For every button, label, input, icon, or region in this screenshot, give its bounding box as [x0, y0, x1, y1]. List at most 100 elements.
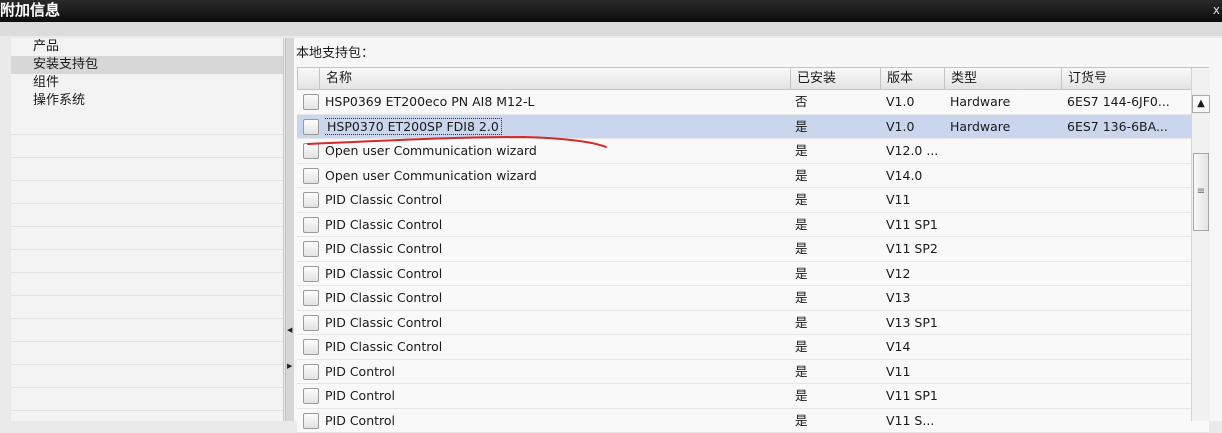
nav-item-components[interactable]: 组件 — [11, 74, 283, 92]
close-icon[interactable]: x — [1213, 0, 1220, 20]
table-row[interactable]: Open user Communication wizard是V12.0 ... — [297, 139, 1209, 164]
row-version: V12 — [886, 262, 946, 285]
arrow-right-icon[interactable]: ▶ — [287, 362, 292, 370]
row-checkbox[interactable] — [303, 217, 319, 233]
row-checkbox[interactable] — [303, 192, 319, 208]
row-type — [950, 164, 1060, 187]
row-order-number — [1067, 213, 1189, 236]
nav-item-products[interactable]: 产品 — [11, 38, 283, 56]
row-checkbox[interactable] — [303, 339, 319, 355]
header-installed[interactable]: 已安装 — [790, 68, 880, 89]
row-checkbox[interactable] — [303, 388, 319, 404]
row-order-number — [1067, 286, 1189, 309]
row-type — [950, 335, 1060, 358]
row-version: V11 — [886, 188, 946, 211]
table-row[interactable]: PID Classic Control 是 V11 — [297, 188, 1209, 213]
row-type — [950, 188, 1060, 211]
header-checkbox-column — [297, 68, 319, 89]
dialog-title: 附加信息 — [0, 0, 60, 20]
row-type — [950, 213, 1060, 236]
row-name: HSP0369 ET200eco PN AI8 M12-L — [325, 90, 787, 113]
row-version: V14 — [886, 335, 946, 358]
row-type — [950, 286, 1060, 309]
row-name: PID Classic Control — [325, 311, 787, 334]
row-type — [950, 262, 1060, 285]
row-checkbox[interactable] — [303, 266, 319, 282]
table-row[interactable]: HSP0369 ET200eco PN AI8 M12-L否V1.0Hardwa… — [297, 90, 1209, 115]
row-installed: 是 — [795, 409, 875, 432]
row-order-number — [1067, 139, 1189, 162]
table-row[interactable]: PID Classic Control 是 V12 — [297, 262, 1209, 287]
row-checkbox[interactable] — [303, 315, 319, 331]
row-installed: 是 — [795, 188, 875, 211]
row-name: PID Control — [325, 409, 787, 432]
arrow-left-icon[interactable]: ◀ — [287, 326, 292, 334]
row-checkbox[interactable] — [303, 94, 319, 110]
header-name[interactable]: 名称 — [319, 68, 790, 89]
row-type — [950, 139, 1060, 162]
row-checkbox[interactable] — [303, 168, 319, 184]
row-installed: 是 — [795, 115, 875, 138]
row-installed: 是 — [795, 262, 875, 285]
row-order-number — [1067, 409, 1189, 432]
table-row[interactable]: PID Classic Control是V11 SP2 — [297, 237, 1209, 262]
row-checkbox[interactable] — [303, 119, 319, 135]
row-checkbox[interactable] — [303, 290, 319, 306]
row-checkbox[interactable] — [303, 143, 319, 159]
row-name: PID Control — [325, 384, 787, 407]
table-row[interactable]: PID Classic Control 是 V11 SP1 — [297, 213, 1209, 238]
row-name: PID Classic Control — [325, 213, 787, 236]
chevron-up-icon[interactable]: ▲ — [1192, 95, 1210, 113]
row-order-number — [1067, 188, 1189, 211]
table-row[interactable]: PID Classic Control是V13 — [297, 286, 1209, 311]
row-name: PID Classic Control — [325, 335, 787, 358]
table-row[interactable]: PID Control是V11 — [297, 360, 1209, 385]
nav-empty-area — [11, 112, 283, 421]
row-installed: 是 — [795, 360, 875, 383]
row-version: V11 S... — [886, 409, 946, 432]
table-header: 名称 已安装 版本 类型 订货号 — [297, 67, 1209, 90]
nav-item-support-packages[interactable]: 安装支持包 — [11, 56, 283, 74]
row-version: V1.0 — [886, 90, 946, 113]
nav-item-operating-system[interactable]: 操作系统 — [11, 92, 283, 110]
dialog-titlebar: 附加信息 x — [0, 0, 1222, 22]
grip-icon[interactable]: ≡ — [1193, 153, 1209, 231]
row-order-number — [1067, 384, 1189, 407]
row-installed: 否 — [795, 90, 875, 113]
row-type: Hardware — [950, 115, 1060, 138]
row-installed: 是 — [795, 164, 875, 187]
support-package-table: 名称 已安装 版本 类型 订货号 HSP0369 ET200eco PN AI8… — [297, 67, 1209, 433]
table-row[interactable]: HSP0370 ET200SP FDI8 2.0是V1.0Hardware6ES… — [297, 115, 1209, 140]
row-checkbox[interactable] — [303, 364, 319, 380]
row-version: V11 SP2 — [886, 237, 946, 260]
row-type — [950, 311, 1060, 334]
row-installed: 是 — [795, 213, 875, 236]
row-checkbox[interactable] — [303, 241, 319, 257]
vertical-scrollbar[interactable]: ▲ ≡ — [1191, 69, 1210, 421]
row-version: V1.0 — [886, 115, 946, 138]
table-row[interactable]: Open user Communication wizard是V14.0 — [297, 164, 1209, 189]
row-version: V14.0 — [886, 164, 946, 187]
row-order-number — [1067, 237, 1189, 260]
row-name: PID Classic Control — [325, 262, 787, 285]
table-row[interactable]: PID Classic Control是V13 SP1 — [297, 311, 1209, 336]
row-version: V11 SP1 — [886, 213, 946, 236]
row-name: PID Control — [325, 360, 787, 383]
header-version[interactable]: 版本 — [880, 68, 944, 89]
row-order-number: 6ES7 144-6JF0... — [1067, 90, 1189, 113]
panel-splitter[interactable]: ◀ ▶ — [285, 38, 294, 421]
row-version: V13 SP1 — [886, 311, 946, 334]
row-type — [950, 409, 1060, 432]
table-row[interactable]: PID Classic Control是V14 — [297, 335, 1209, 360]
row-order-number — [1067, 311, 1189, 334]
row-name: PID Classic Control — [325, 237, 787, 260]
row-name: PID Classic Control — [325, 188, 787, 211]
row-type — [950, 237, 1060, 260]
row-installed: 是 — [795, 139, 875, 162]
header-order-number[interactable]: 订货号 — [1061, 68, 1191, 89]
row-version: V13 — [886, 286, 946, 309]
header-type[interactable]: 类型 — [944, 68, 1061, 89]
table-row[interactable]: PID Control是V11 SP1 — [297, 384, 1209, 409]
row-name: PID Classic Control — [325, 286, 787, 309]
toolbar-strip — [0, 22, 1222, 36]
